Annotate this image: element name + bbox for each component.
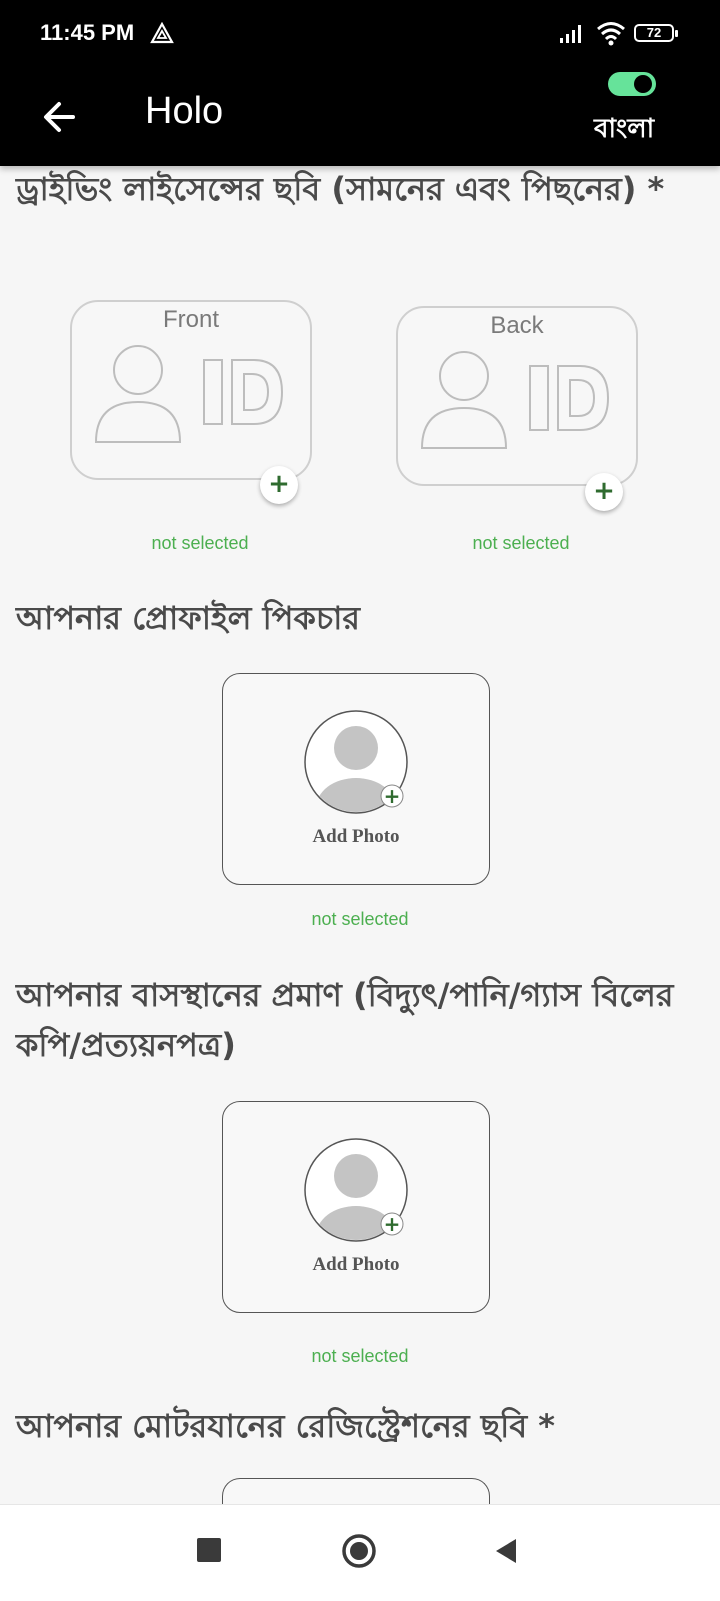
add-back-photo-button[interactable]: + — [585, 473, 623, 511]
page-title: Holo — [145, 90, 224, 132]
home-button[interactable] — [341, 1533, 377, 1573]
back-status: not selected — [472, 533, 570, 553]
avatar-icon: + — [304, 1138, 408, 1242]
recents-button[interactable] — [196, 1537, 222, 1567]
back-label: Back — [490, 312, 544, 339]
vehicle-section-title: আপনার মোটরযানের রেজিস্ট্রেশনের ছবি * — [16, 1407, 556, 1445]
license-back-card[interactable]: Back — [396, 306, 638, 486]
toggle-knob — [634, 75, 652, 93]
profile-photo-button[interactable]: + Add Photo — [222, 673, 490, 885]
back-button[interactable] — [34, 92, 84, 142]
license-front-card[interactable]: Front — [70, 300, 312, 480]
circle-icon — [342, 1534, 376, 1568]
square-icon — [197, 1538, 221, 1562]
residence-photo-button[interactable]: + Add Photo — [222, 1101, 490, 1313]
residence-status: not selected — [311, 1346, 409, 1366]
status-bar: 11:45 PM 72 — [0, 0, 720, 68]
residence-section-title: আপনার বাসস্থানের প্রমাণ (বিদ্যুৎ/পানি/গ্… — [16, 976, 674, 1064]
nav-back-button[interactable] — [494, 1537, 518, 1569]
license-section-title: ড্রাইভিং লাইসেন্সের ছবি (সামনের এবং পিছন… — [16, 170, 665, 208]
app-bar: Holo বাংলা — [0, 68, 720, 166]
id-card-icon — [94, 345, 284, 443]
profile-status: not selected — [311, 909, 409, 929]
arrow-left-icon — [44, 102, 75, 132]
alert-triangle-icon — [150, 21, 174, 48]
front-status: not selected — [151, 533, 249, 553]
svg-text:+: + — [384, 1212, 401, 1236]
id-card-icon — [420, 351, 610, 449]
avatar-icon: + — [304, 710, 408, 814]
add-front-photo-button[interactable]: + — [260, 466, 298, 504]
svg-text:+: + — [384, 784, 401, 808]
front-label: Front — [162, 306, 219, 333]
battery-icon: 72 — [634, 24, 678, 42]
signal-icon — [558, 22, 586, 48]
wifi-icon — [596, 20, 626, 50]
add-photo-label: Add Photo — [312, 826, 400, 847]
language-toggle[interactable] — [608, 72, 656, 96]
profile-section-title: আপনার প্রোফাইল পিকচার — [16, 599, 361, 637]
add-photo-label: Add Photo — [312, 1254, 400, 1275]
plus-icon: + — [593, 476, 615, 506]
triangle-icon — [496, 1539, 516, 1563]
plus-icon: + — [268, 469, 290, 499]
status-time: 11:45 PM — [40, 20, 135, 45]
system-nav-bar — [0, 1504, 720, 1601]
language-label: বাংলা — [594, 114, 655, 144]
